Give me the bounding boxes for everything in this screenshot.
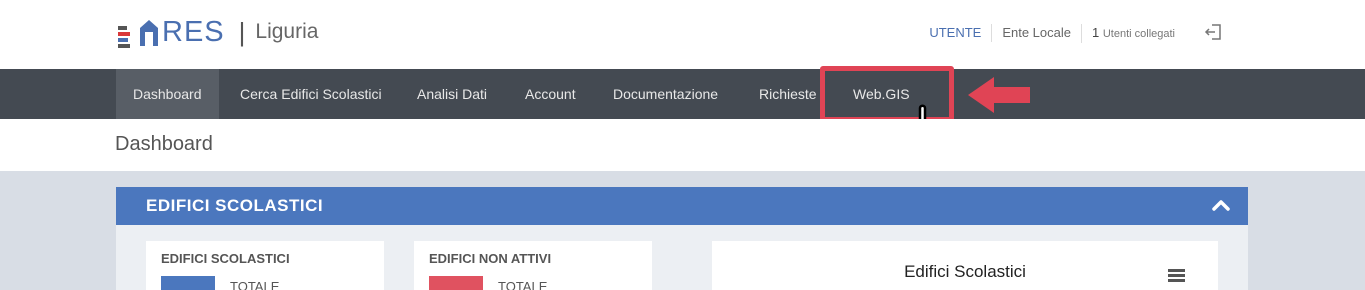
card-edifici-non-attivi[interactable]: EDIFICI NON ATTIVI TOTALE bbox=[414, 241, 652, 290]
region-name: Liguria bbox=[255, 20, 319, 43]
card-title: EDIFICI NON ATTIVI bbox=[429, 251, 552, 266]
connected-users[interactable]: 1 Utenti collegati bbox=[1080, 23, 1185, 43]
user-area: UTENTE Ente Locale 1 Utenti collegati bbox=[919, 22, 1185, 44]
logo-separator: | bbox=[238, 17, 246, 47]
main-navbar: Dashboard Cerca Edifici Scolastici Anali… bbox=[0, 69, 1365, 119]
chevron-up-icon[interactable] bbox=[1212, 198, 1230, 212]
card-count-box bbox=[429, 276, 483, 290]
card-total-label: TOTALE bbox=[230, 279, 280, 290]
nav-dashboard[interactable]: Dashboard bbox=[116, 69, 219, 119]
nav-account[interactable]: Account bbox=[508, 69, 593, 119]
card-edifici-scolastici[interactable]: EDIFICI SCOLASTICI TOTALE bbox=[146, 241, 384, 290]
hamburger-menu-icon[interactable] bbox=[1168, 269, 1186, 283]
logo-text: RES bbox=[162, 16, 225, 48]
logout-icon[interactable] bbox=[1204, 22, 1224, 42]
user-role[interactable]: UTENTE bbox=[919, 24, 991, 42]
page-title: Dashboard bbox=[115, 133, 213, 155]
card-count-box bbox=[161, 276, 215, 290]
edifici-panel: EDIFICI SCOLASTICI EDIFICI SCOLASTICI TO… bbox=[116, 187, 1248, 290]
panel-title: EDIFICI SCOLASTICI bbox=[146, 196, 324, 215]
panel-header[interactable]: EDIFICI SCOLASTICI bbox=[116, 187, 1248, 225]
connected-users-count: 1 bbox=[1091, 24, 1100, 40]
nav-documentazione[interactable]: Documentazione bbox=[596, 69, 735, 119]
chart-card: Edifici Scolastici bbox=[712, 241, 1218, 290]
user-org[interactable]: Ente Locale bbox=[991, 24, 1081, 42]
nav-analisi-dati[interactable]: Analisi Dati bbox=[400, 69, 504, 119]
app-logo[interactable]: RES | Liguria bbox=[118, 12, 318, 52]
logo-bars-icon bbox=[118, 18, 134, 48]
chart-title: Edifici Scolastici bbox=[904, 262, 1026, 281]
page-header: Dashboard bbox=[0, 119, 1365, 171]
pointer-arrow-icon bbox=[968, 77, 1030, 113]
card-total-label: TOTALE bbox=[498, 279, 548, 290]
logo-house-icon bbox=[140, 20, 158, 46]
connected-users-label: Utenti collegati bbox=[1102, 27, 1175, 40]
nav-cerca-edifici[interactable]: Cerca Edifici Scolastici bbox=[223, 69, 399, 119]
card-title: EDIFICI SCOLASTICI bbox=[161, 251, 290, 266]
top-bar: RES | Liguria UTENTE Ente Locale 1 Utent… bbox=[0, 0, 1365, 69]
